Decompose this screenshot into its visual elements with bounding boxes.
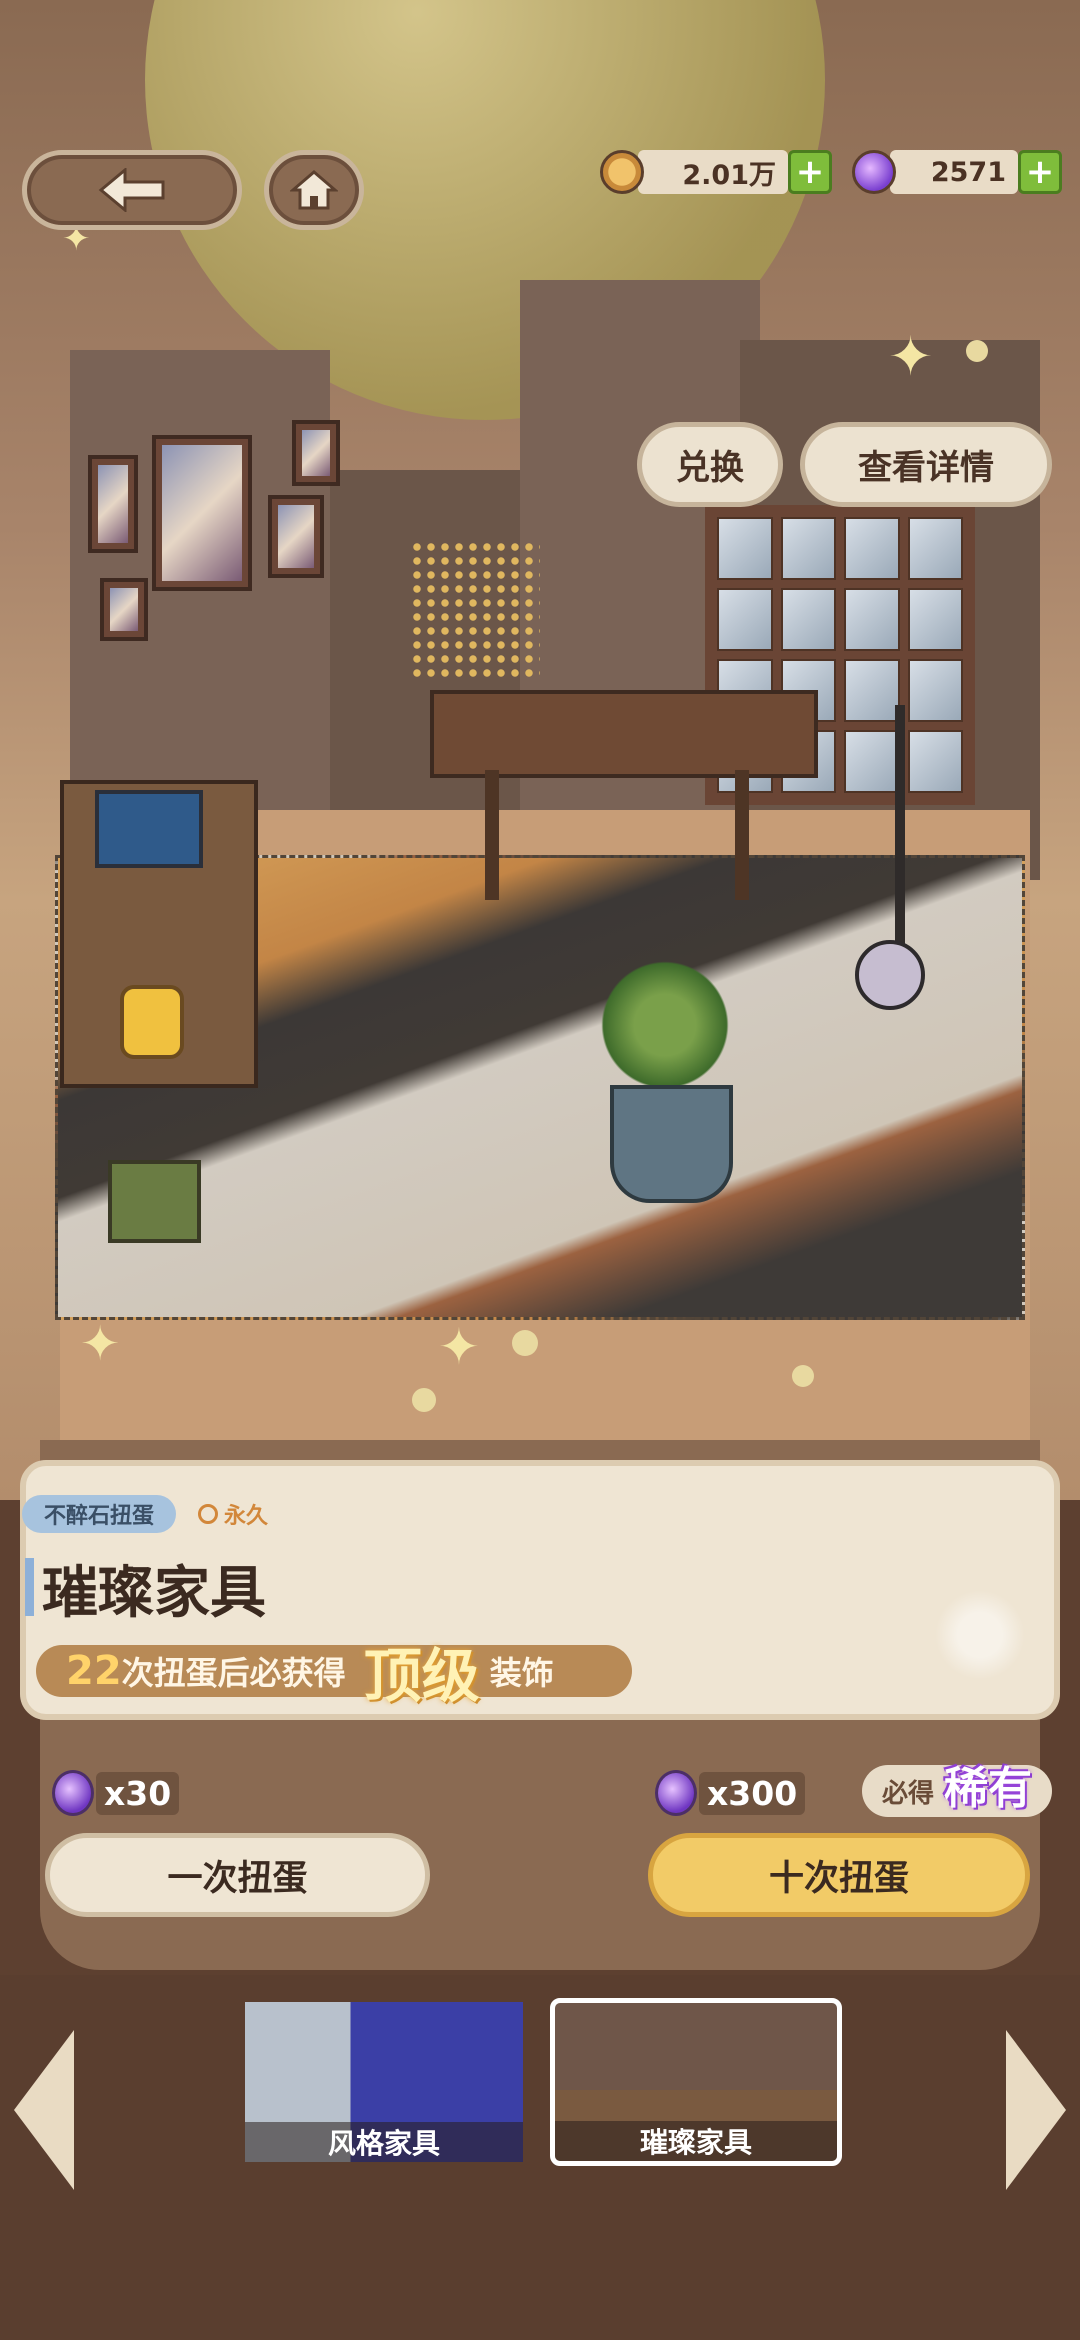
plant	[590, 955, 740, 1095]
star-dot	[966, 340, 988, 362]
add-coins-button[interactable]: +	[788, 150, 832, 194]
desk-leg	[735, 770, 749, 900]
gem-icon	[52, 1770, 94, 1816]
back-button[interactable]	[22, 150, 242, 230]
guarantee-banner: 22 次扭蛋后必获得 顶级 装饰	[36, 1642, 632, 1710]
top-tier-label: 顶级	[363, 1642, 480, 1710]
coin-value: 2.01万	[638, 150, 788, 194]
sparkle-icon: ✦	[438, 1318, 480, 1376]
arrow-left-icon	[98, 168, 165, 212]
home-button[interactable]	[264, 150, 364, 230]
star-dot	[512, 1330, 538, 1356]
guarantee-text: 次扭蛋后必获得	[121, 1654, 346, 1692]
stool	[108, 1160, 201, 1243]
view-details-button[interactable]: 查看详情	[800, 422, 1052, 507]
tab-label: 璀璨家具	[555, 2121, 837, 2161]
ten-cost: x300	[655, 1770, 806, 1816]
sparkle-icon: ✦	[888, 325, 934, 388]
badge-rare: 稀有	[944, 1763, 1033, 1814]
picture-frame	[292, 420, 340, 486]
star-dot	[412, 1388, 436, 1412]
exchange-button[interactable]: 兑换	[637, 422, 783, 507]
ten-gacha-button[interactable]: 十次扭蛋	[648, 1833, 1030, 1917]
single-cost: x30	[52, 1770, 180, 1816]
floor-lamp	[895, 705, 905, 975]
home-icon	[290, 170, 338, 210]
guarantee-count: 22	[66, 1648, 122, 1694]
guarantee-suffix: 装饰	[489, 1654, 554, 1692]
desk-leg	[485, 770, 499, 900]
gem-value: 2571	[890, 150, 1018, 194]
pool-title: 璀璨家具	[42, 1561, 266, 1626]
single-gacha-button[interactable]: 一次扭蛋	[45, 1833, 430, 1917]
guaranteed-rare-badge: 必得 稀有	[862, 1763, 1052, 1817]
next-pool-button[interactable]	[1006, 2030, 1066, 2190]
gem-icon	[655, 1770, 697, 1816]
tab-luxury-furniture[interactable]: 璀璨家具	[550, 1998, 842, 2166]
floor-lamp-base	[855, 940, 925, 1010]
picture-frame	[88, 455, 138, 553]
clock-icon	[198, 1504, 218, 1524]
picture-frame	[268, 495, 324, 578]
coffee-bean-icon	[930, 1580, 1030, 1690]
picture-frame	[100, 578, 148, 641]
star-dot	[792, 1365, 814, 1387]
desk	[430, 690, 818, 778]
gem-icon	[852, 150, 896, 194]
previous-pool-button[interactable]	[14, 2030, 74, 2190]
monitor	[95, 790, 203, 868]
lit-windows	[410, 540, 540, 680]
gem-counter: 2571 +	[852, 147, 1062, 197]
duration-text: 永久	[224, 1504, 269, 1529]
sparkle-icon: ✦	[80, 1316, 121, 1372]
ten-cost-value: x300	[699, 1771, 806, 1815]
pool-selector	[0, 1975, 1080, 2340]
coin-icon	[600, 150, 644, 194]
add-gems-button[interactable]: +	[1018, 150, 1062, 194]
badge-must: 必得	[882, 1778, 935, 1809]
single-cost-value: x30	[96, 1771, 180, 1815]
duration-label: 永久	[198, 1498, 268, 1530]
title-accent	[25, 1558, 34, 1616]
pool-tag: 不醉石扭蛋	[22, 1495, 177, 1533]
coin-counter: 2.01万 +	[600, 147, 832, 197]
tab-style-furniture[interactable]: 风格家具	[245, 2002, 523, 2162]
tab-label: 风格家具	[245, 2122, 523, 2162]
plant-pot	[610, 1085, 733, 1203]
picture-frame	[152, 435, 252, 591]
table-lamp	[120, 985, 184, 1059]
